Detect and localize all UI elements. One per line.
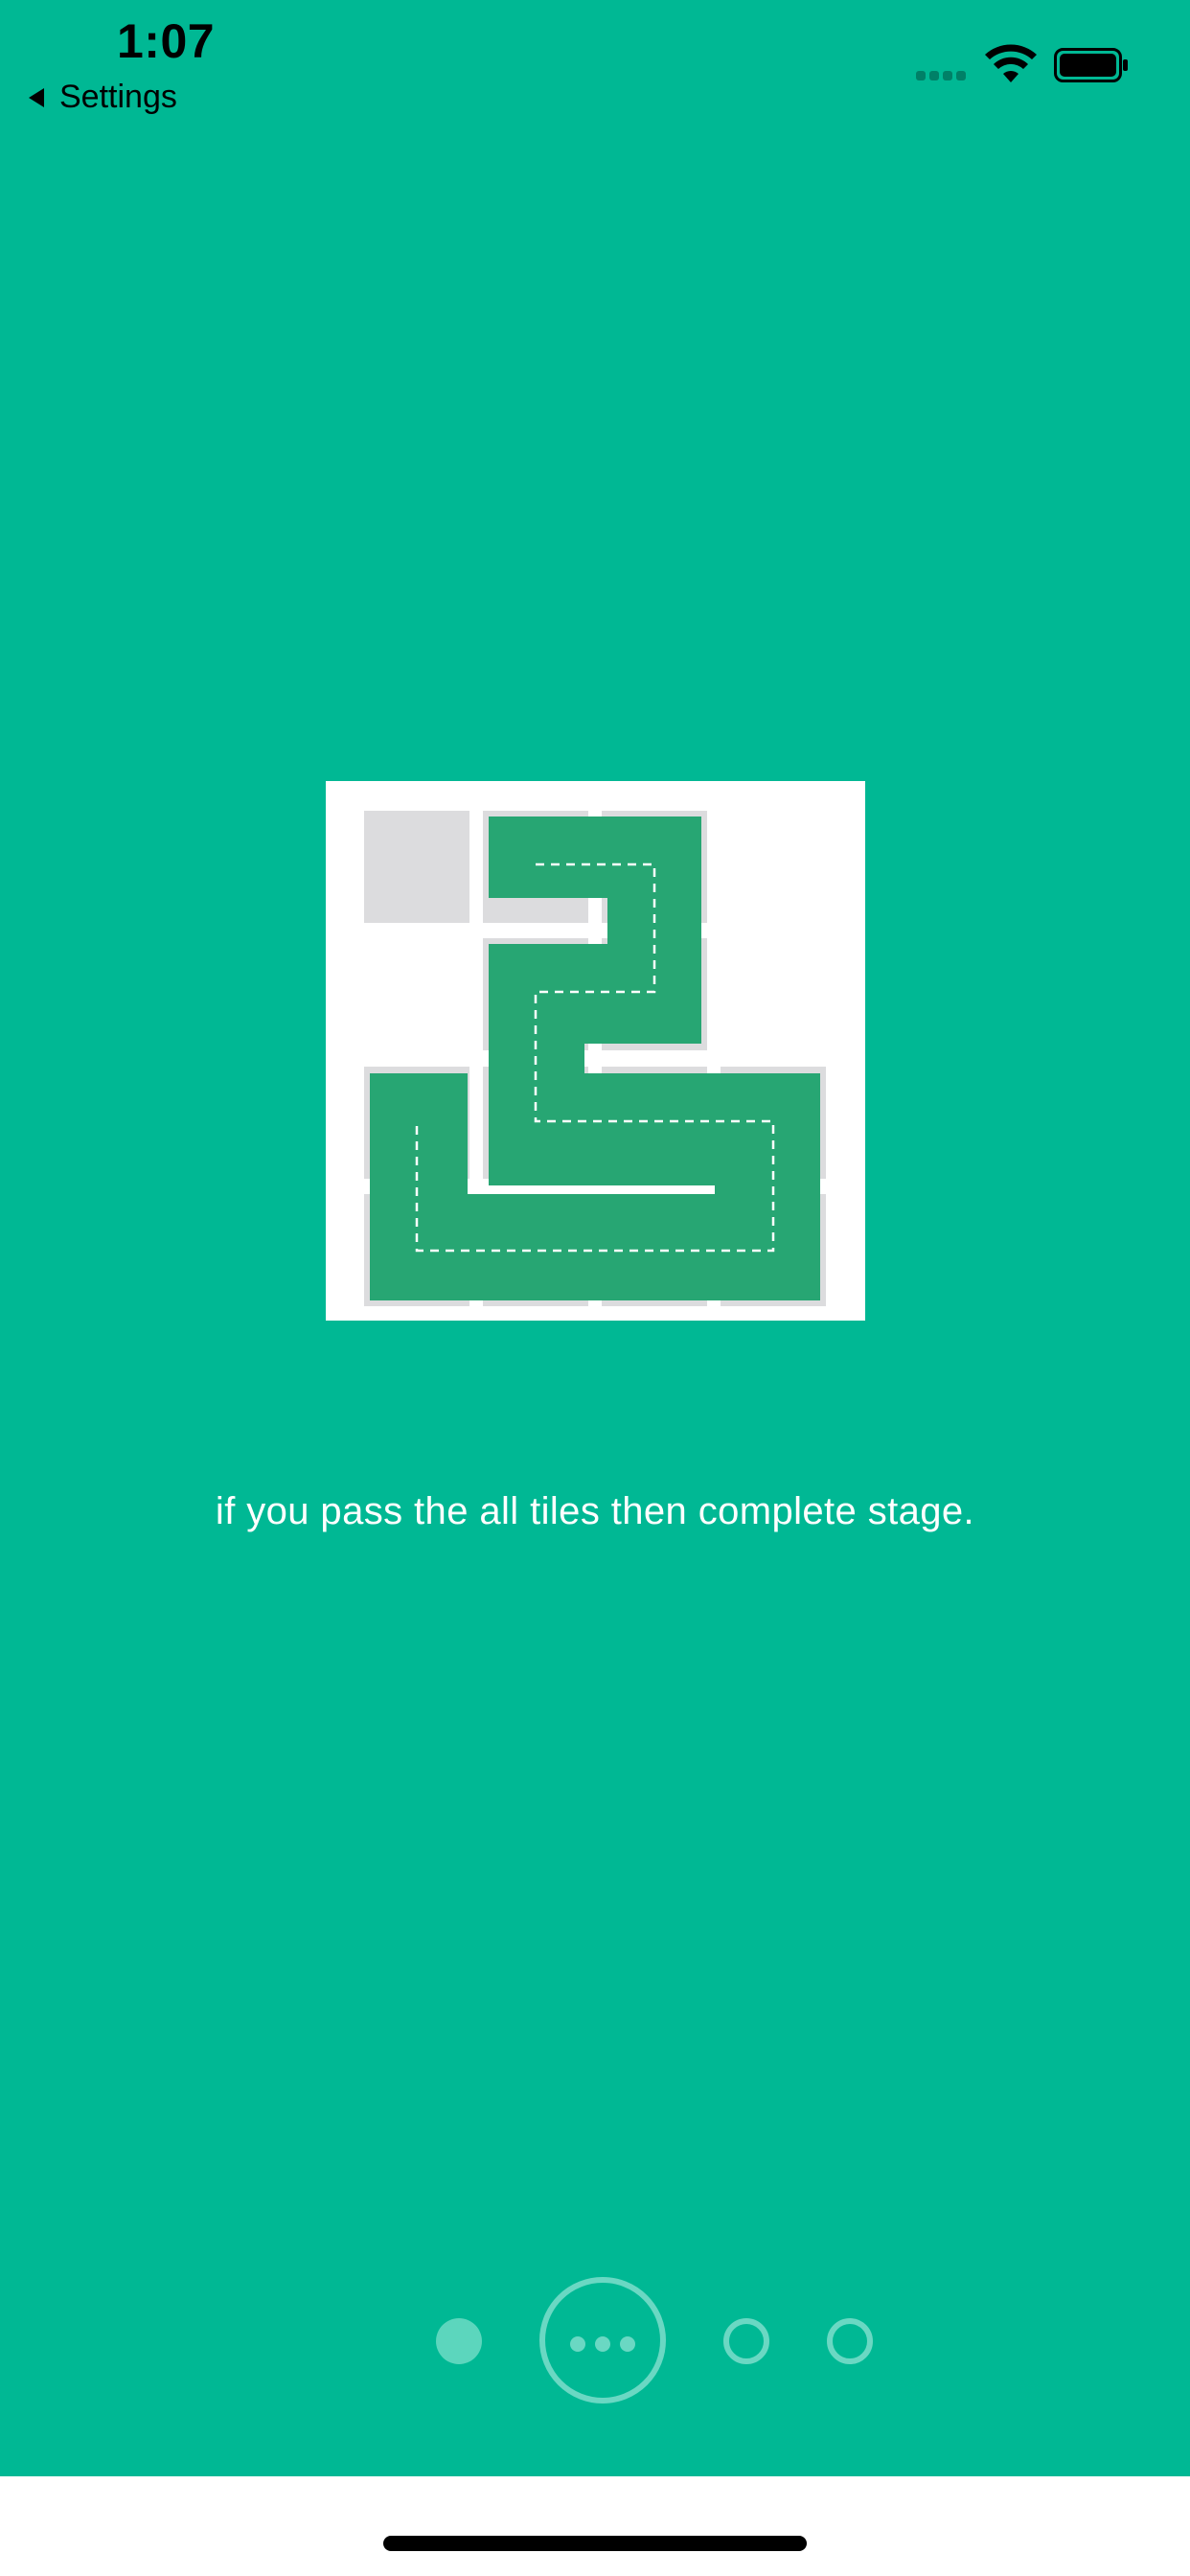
back-arrow-icon: [29, 87, 44, 107]
battery-icon: [1054, 48, 1128, 82]
tile-path-illustration: [345, 800, 853, 1318]
cellular-signal-icon: [916, 71, 966, 80]
tutorial-image: [326, 781, 865, 1321]
wifi-icon: [985, 44, 1037, 82]
status-time: 1:07: [117, 14, 216, 68]
page-dot-4[interactable]: [827, 2318, 873, 2364]
page-dot-2-current[interactable]: [539, 2277, 666, 2404]
tutorial-screen: 1:07 Settings if you pass the all tiles …: [0, 0, 1190, 2476]
tutorial-description: if you pass the all tiles then complete …: [215, 1490, 975, 1532]
home-bar-area: [0, 2476, 1190, 2576]
ellipsis-icon: [570, 2336, 585, 2352]
back-link-label: Settings: [59, 79, 177, 115]
page-indicator: [0, 2277, 1190, 2405]
blocked-tile: [364, 811, 469, 923]
back-to-settings-link[interactable]: Settings: [29, 79, 177, 116]
page-dot-3[interactable]: [723, 2318, 769, 2364]
home-indicator[interactable]: [383, 2536, 807, 2551]
page-dot-1[interactable]: [436, 2318, 482, 2364]
